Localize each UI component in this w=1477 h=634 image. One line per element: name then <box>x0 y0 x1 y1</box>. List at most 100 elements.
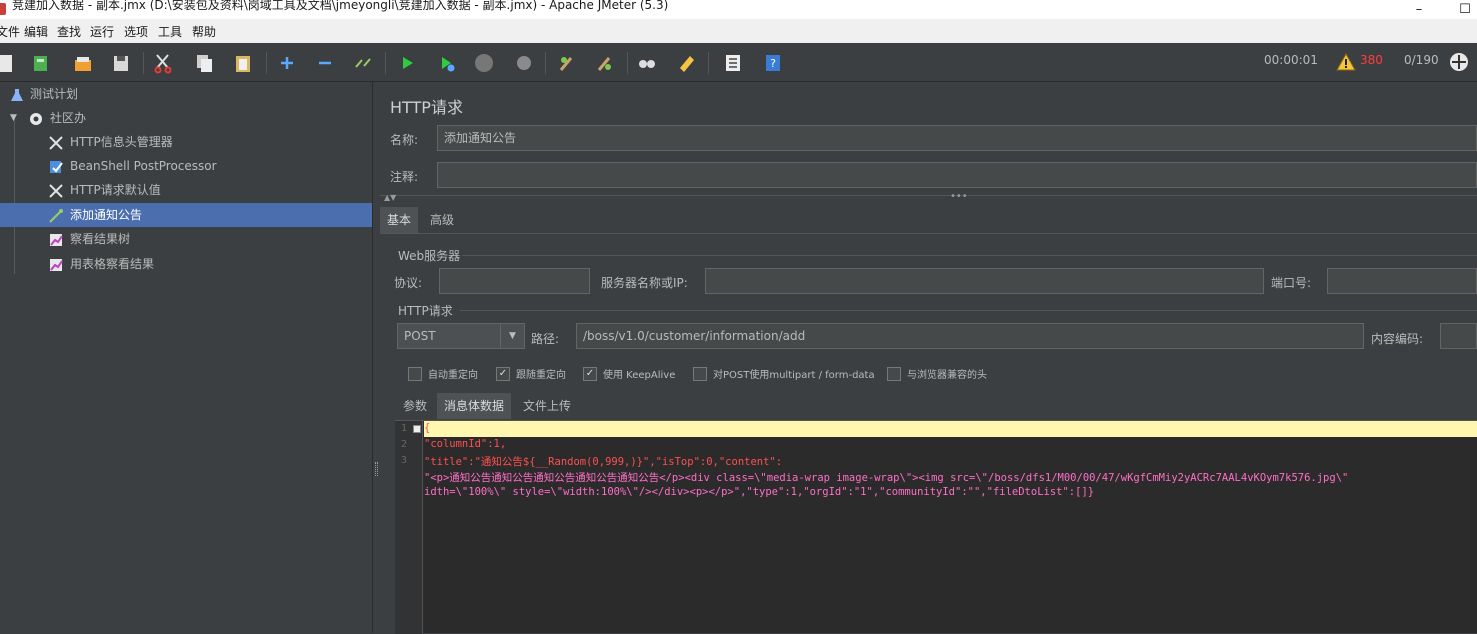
protocol-field[interactable] <box>439 268 590 294</box>
window-title: 竞建加入数据 - 副本.jmx (D:\安装包及资料\岗域工具及文档\jmeyo… <box>12 0 669 12</box>
expand-icon[interactable] <box>276 52 298 74</box>
chart-icon <box>50 259 63 271</box>
menu-edit[interactable]: 编辑 <box>24 23 48 40</box>
tab-file-upload[interactable]: 文件上传 <box>516 393 578 419</box>
toolbar-separator <box>708 52 709 74</box>
copy-icon[interactable] <box>193 52 215 74</box>
browser-headers-label: 与浏览器兼容的头 <box>907 370 987 381</box>
clear-icon[interactable] <box>556 52 578 74</box>
comment-field[interactable] <box>437 162 1477 188</box>
jmeter-icon <box>0 3 6 15</box>
remote-icon[interactable] <box>1448 51 1470 73</box>
wrench-icon <box>49 136 63 150</box>
tree-item-http-request[interactable]: 添加通知公告 <box>0 203 372 227</box>
multipart-label: 对POST使用multipart / form-data <box>713 370 875 381</box>
multipart-checkbox[interactable] <box>693 367 707 381</box>
clear-all-icon[interactable] <box>594 52 616 74</box>
pipette-icon <box>49 209 63 223</box>
group-border <box>462 255 1477 256</box>
cut-icon[interactable] <box>152 52 174 74</box>
tree-item-label: HTTP请求默认值 <box>70 183 161 197</box>
search-icon[interactable] <box>636 52 658 74</box>
chevron-down-icon[interactable]: ▼ <box>10 106 17 130</box>
port-label: 端口号: <box>1271 276 1312 290</box>
server-field[interactable] <box>705 268 1264 294</box>
warning-icon[interactable] <box>1335 51 1357 73</box>
split-pane-divider[interactable] <box>372 82 380 633</box>
menu-bar: 文件 编辑 查找 运行 选项 工具 帮助 <box>0 19 1477 43</box>
section-divider[interactable] <box>380 195 1477 196</box>
maximize-button[interactable]: ☐ <box>1450 0 1477 19</box>
start-no-pauses-icon[interactable] <box>436 52 458 74</box>
drag-handle-icon[interactable]: ••• <box>950 191 968 202</box>
new-icon[interactable] <box>0 52 16 74</box>
port-field[interactable] <box>1327 268 1477 294</box>
templates-icon[interactable] <box>30 52 52 74</box>
toggle-icon[interactable] <box>352 52 374 74</box>
shutdown-icon[interactable] <box>513 52 535 74</box>
tab-basic[interactable]: 基本 <box>380 207 419 233</box>
follow-redirect-checkbox[interactable]: ✓ <box>496 367 510 381</box>
start-icon[interactable] <box>396 52 418 74</box>
menu-options[interactable]: 选项 <box>124 23 148 40</box>
collapse-arrows-icon[interactable]: ▲▼ <box>384 193 396 202</box>
tree-item-table-results[interactable]: 用表格察看结果 <box>0 252 372 276</box>
script-icon <box>50 161 63 173</box>
menu-tools[interactable]: 工具 <box>158 23 182 40</box>
warning-count: 380 <box>1360 53 1383 67</box>
tab-parameters[interactable]: 参数 <box>396 393 434 419</box>
flask-icon <box>11 89 23 101</box>
tree-item-label: 察看结果树 <box>70 232 131 246</box>
encoding-field[interactable] <box>1440 323 1477 349</box>
collapse-icon[interactable] <box>314 52 336 74</box>
help-icon[interactable]: ? <box>762 52 784 74</box>
tab-advanced[interactable]: 高级 <box>423 207 461 233</box>
http-request-group-title: HTTP请求 <box>398 304 453 318</box>
keepalive-checkbox[interactable]: ✓ <box>583 367 597 381</box>
minimize-button[interactable]: – <box>1404 0 1434 19</box>
code-line: "title":"通知公告${__Random(0,999,)}","isTop… <box>424 456 783 468</box>
auto-redirect-checkbox[interactable] <box>408 367 422 381</box>
reset-search-icon[interactable] <box>676 52 698 74</box>
chevron-down-icon[interactable]: ▼ <box>500 324 524 348</box>
tree-item-label: 社区办 <box>50 111 87 125</box>
menu-run[interactable]: 运行 <box>90 23 114 40</box>
tree-item-request-defaults[interactable]: HTTP请求默认值 <box>0 178 372 202</box>
toolbar-separator <box>627 52 628 74</box>
tree-item-label: 测试计划 <box>30 87 79 101</box>
tree-item-beanshell[interactable]: BeanShell PostProcessor <box>0 154 372 178</box>
name-label: 名称: <box>390 133 419 147</box>
paste-icon[interactable] <box>232 52 254 74</box>
open-icon[interactable] <box>72 52 94 74</box>
function-helper-icon[interactable] <box>722 52 744 74</box>
menu-search[interactable]: 查找 <box>57 23 81 40</box>
fold-icon[interactable] <box>413 425 421 433</box>
tree-item-test-plan[interactable]: 测试计划 <box>0 82 372 106</box>
tree-item-label: HTTP信息头管理器 <box>70 135 173 149</box>
browser-headers-checkbox[interactable] <box>887 367 901 381</box>
chart-icon <box>50 234 63 246</box>
encoding-label: 内容编码: <box>1371 332 1424 346</box>
test-plan-tree: 测试计划 ▼ 社区办 HTTP信息头管理器 BeanShell PostProc… <box>0 82 372 633</box>
keepalive-label: 使用 KeepAlive <box>603 370 676 381</box>
menu-file[interactable]: 文件 <box>0 23 20 40</box>
path-field[interactable]: /boss/v1.0/customer/information/add <box>576 323 1364 349</box>
menu-help[interactable]: 帮助 <box>192 23 216 40</box>
tab-body-data[interactable]: 消息体数据 <box>437 393 512 419</box>
tree-item-label: BeanShell PostProcessor <box>70 159 217 173</box>
tree-item-header-manager[interactable]: HTTP信息头管理器 <box>0 130 372 154</box>
tree-item-results-tree[interactable]: 察看结果树 <box>0 227 372 251</box>
tree-item-thread-group[interactable]: ▼ 社区办 <box>0 106 372 130</box>
tree-item-label: 添加通知公告 <box>70 208 143 222</box>
divider-grip[interactable] <box>375 462 378 476</box>
body-data-editor[interactable]: 1 2 3 { "columnId":1, "title":"通知公告${__R… <box>395 420 1477 634</box>
tab-underline <box>380 233 1477 234</box>
thread-count: 0/190 <box>1404 53 1439 67</box>
toolbar-separator <box>545 52 546 74</box>
name-field[interactable]: 添加通知公告 <box>437 125 1477 151</box>
save-icon[interactable] <box>110 52 132 74</box>
stop-icon[interactable] <box>473 52 495 74</box>
method-select[interactable]: POST ▼ <box>397 323 525 349</box>
protocol-label: 协议: <box>394 276 423 290</box>
follow-redirect-label: 跟随重定向 <box>516 370 566 381</box>
